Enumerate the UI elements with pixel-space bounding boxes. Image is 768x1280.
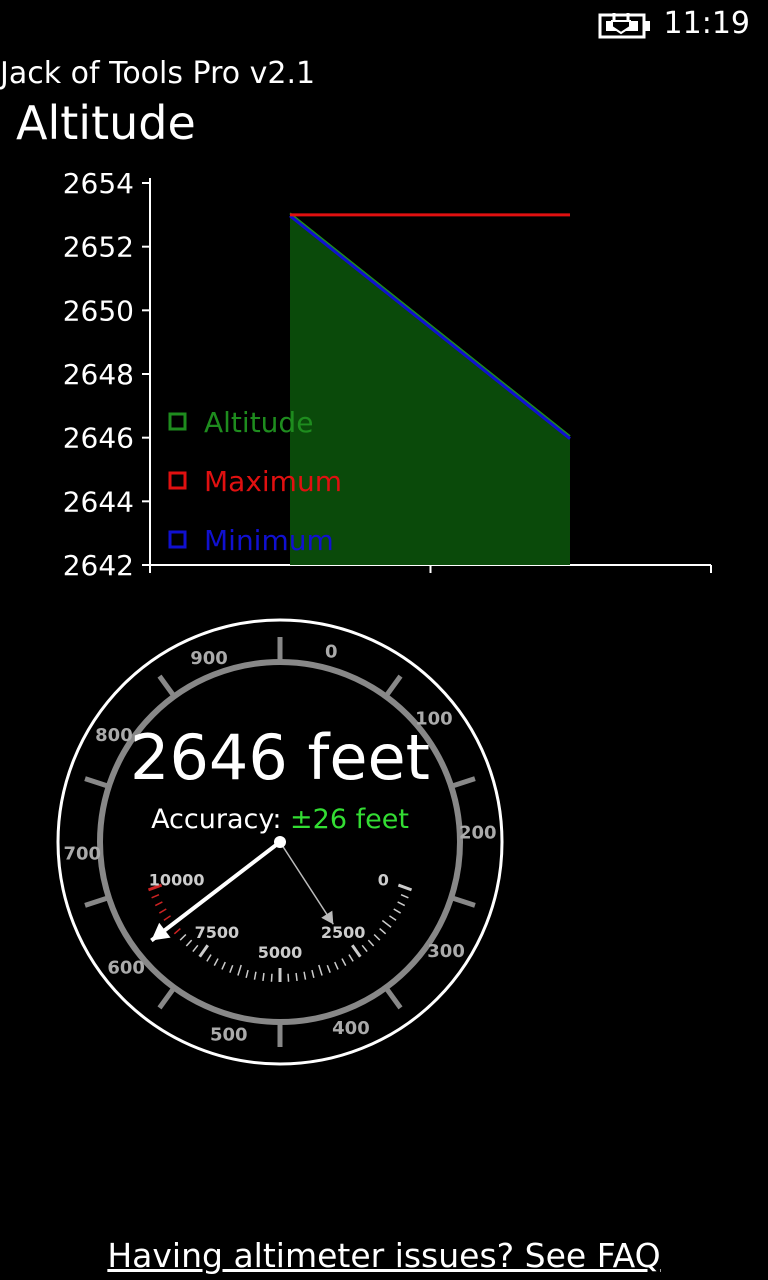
altitude-chart: 2642 2644 2646 2648 2650 2652 2654 Altitude Maxi… [63, 167, 712, 580]
inner-tick [361, 944, 368, 953]
inner-tick [221, 961, 226, 970]
outer-tick [157, 986, 177, 1010]
accuracy-label: Accuracy: [151, 804, 290, 835]
inner-tick [326, 964, 331, 973]
inner-tick [341, 958, 347, 966]
outer-dial-label: 700 [63, 843, 101, 864]
outer-tick [450, 895, 476, 908]
status-time: 11:19 [663, 6, 750, 41]
legend-swatch-maximum [168, 471, 187, 490]
app-title: Jack of Tools Pro v2.1 [0, 56, 316, 91]
inner-tick [163, 915, 171, 921]
inner-dial-label: 5000 [258, 943, 303, 962]
legend-label-maximum: Maximum [204, 465, 342, 498]
accuracy-text: Accuracy: ±26 feet [151, 804, 409, 835]
faq-link[interactable]: Having altimeter issues? See FAQ [0, 1236, 768, 1275]
y-tick-label: 2654 [63, 167, 134, 200]
outer-dial-label: 800 [95, 725, 133, 746]
outer-dial-label: 200 [459, 823, 497, 844]
inner-tick [389, 915, 397, 921]
inner-dial-label: 2500 [321, 923, 366, 942]
inner-tick [198, 944, 209, 958]
inner-tick [334, 961, 339, 970]
inner-tick [185, 939, 193, 947]
inner-tick [311, 969, 315, 979]
outer-tick [450, 776, 476, 789]
inner-tick [173, 928, 181, 935]
altimeter-gauge: 0100200300400500600700800900025005000750… [56, 618, 504, 1066]
y-tick-label: 2652 [63, 231, 134, 264]
inner-tick [295, 972, 298, 982]
y-tick-label: 2648 [63, 358, 134, 391]
inner-tick [379, 928, 387, 935]
inner-tick [206, 954, 212, 962]
altitude-reading: 2646 feet [130, 721, 430, 794]
inner-dial-label: 0 [378, 871, 389, 890]
y-tick-label: 2644 [63, 485, 134, 518]
legend-label-minimum: Minimum [204, 524, 334, 557]
inner-tick [318, 964, 323, 976]
outer-tick [383, 674, 403, 698]
outer-dial-label: 600 [107, 958, 145, 979]
inner-tick [348, 954, 354, 962]
outer-tick [383, 986, 403, 1010]
outer-tick [157, 674, 177, 698]
outer-dial-label: 300 [427, 941, 465, 962]
inner-tick [229, 964, 234, 973]
altitude-area [290, 214, 570, 566]
battery-charging-icon [598, 13, 650, 39]
inner-tick [400, 893, 409, 899]
inner-tick [367, 939, 375, 947]
outer-tick [84, 895, 110, 908]
legend-swatch-minimum [168, 530, 187, 549]
inner-tick [245, 969, 249, 979]
inner-tick [237, 964, 242, 976]
outer-dial-label: 0 [325, 642, 338, 663]
inner-tick [397, 883, 413, 892]
legend-swatch-altitude [168, 412, 187, 431]
inner-dial-label: 10000 [149, 871, 205, 890]
main-hand-tip [151, 922, 171, 941]
sub-dial-hand [279, 841, 334, 925]
inner-tick [192, 944, 199, 953]
inner-tick [262, 972, 265, 982]
outer-dial-label: 900 [190, 648, 228, 669]
inner-tick [154, 901, 163, 907]
inner-tick [303, 971, 307, 980]
inner-tick [158, 908, 167, 914]
inner-tick [179, 933, 187, 941]
y-tick-label: 2650 [63, 294, 134, 327]
y-tick-label: 2646 [63, 422, 134, 455]
outer-dial-label: 400 [332, 1018, 370, 1039]
inner-tick [373, 933, 381, 941]
inner-tick [213, 958, 219, 966]
page-title: Altitude [16, 96, 196, 150]
inner-tick [351, 944, 362, 958]
inner-tick [393, 908, 402, 914]
inner-tick [381, 919, 392, 928]
inner-dial-label: 7500 [195, 923, 240, 942]
outer-tick [84, 776, 110, 789]
legend-label-altitude: Altitude [204, 406, 313, 439]
accuracy-value: ±26 feet [290, 804, 409, 835]
inner-tick [253, 971, 257, 980]
y-tick-label: 2642 [63, 549, 134, 580]
inner-tick [151, 893, 160, 899]
outer-dial-label: 500 [210, 1024, 248, 1045]
inner-tick [397, 901, 406, 907]
status-bar: 11:19 [0, 0, 768, 50]
hand-pivot [274, 836, 286, 848]
